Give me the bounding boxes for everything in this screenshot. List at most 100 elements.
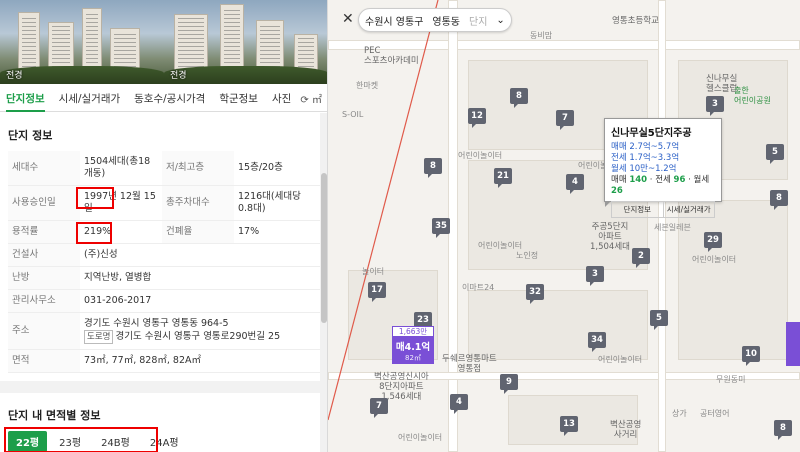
tab-unit-price[interactable]: 동호수/공시가격 <box>134 86 205 112</box>
scroll-thumb[interactable] <box>321 173 327 323</box>
info-value: 73㎡, 77㎡, 828㎡, 82A㎡ <box>80 349 320 373</box>
map-complex-pin[interactable]: 7 <box>370 398 388 418</box>
map-poi-label: 신나무실 헬스클럽 <box>706 74 738 94</box>
map-complex-pin[interactable]: 17 <box>368 282 386 302</box>
info-key: 세대수 <box>8 151 80 186</box>
info-key: 면적 <box>8 349 80 373</box>
region-selector[interactable]: 수원시 영통구 영통동 단지 ⌄ <box>358 8 512 32</box>
photo-thumbnail[interactable]: 전경 <box>164 0 327 84</box>
map-poi-label: 상가 <box>672 409 687 418</box>
complex-info-table: 세대수 1504세대(총18개동) 저/최고층 15층/20층 사용승인일 19… <box>8 151 320 373</box>
map-poi-label: S-OIL <box>342 110 364 119</box>
info-key: 사용승인일 <box>8 185 80 221</box>
tab-photos[interactable]: 사진 <box>272 86 291 112</box>
highlight-box <box>4 427 158 452</box>
popup-sale-range: 매매 2.7억~5.7억 <box>611 142 680 152</box>
complex-detail-panel: 전경 전경 단지정보 시세/실거래가 동호수/공시가격 학군정보 사진 ⟳ ㎡ … <box>0 0 328 452</box>
map-complex-pin[interactable]: 10 <box>742 346 760 366</box>
section-title-complex-info: 단지 정보 <box>8 129 53 142</box>
info-key: 난방 <box>8 266 80 290</box>
table-row: 세대수 1504세대(총18개동) 저/최고층 15층/20층 <box>8 151 320 186</box>
map-complex-pin[interactable]: 8 <box>770 190 788 210</box>
floor-area-ratio-text: 219% <box>84 226 112 237</box>
map-complex-pin[interactable]: 21 <box>494 168 512 188</box>
count-value: 140 <box>629 175 648 185</box>
info-value: 지역난방, 열병합 <box>80 266 320 290</box>
map-complex-pin[interactable]: 9 <box>500 374 518 394</box>
map-poi-label: 동비맘 <box>530 31 553 40</box>
map-poi-label: 어린이놀이터 <box>458 151 503 160</box>
map-poi-label: 한마켓 <box>356 81 379 90</box>
popup-buttons: 단지정보 시세/실거래가 <box>611 201 715 218</box>
map-poi-label: 출한 어린이공원 <box>734 86 771 105</box>
tab-price[interactable]: 시세/실거래가 <box>59 86 121 112</box>
price-marker[interactable]: 1,663만 매4.1억 82㎡ <box>392 326 434 364</box>
section-divider <box>0 381 320 393</box>
info-key: 총주차대수 <box>161 185 234 221</box>
info-key: 관리사무소 <box>8 289 80 313</box>
map-poi-label: 노인정 <box>516 251 539 260</box>
chevron-down-icon[interactable]: ⌄ <box>496 15 504 26</box>
popup-rent-range: 월세 10만~1.2억 <box>611 164 677 174</box>
map-complex-pin[interactable]: 32 <box>526 284 544 304</box>
size-selector: 22평 23평 24B평 24A평 <box>0 427 320 452</box>
map-poi-label: 이마트24 <box>462 283 495 292</box>
map-poi-label: 영통초등학교 <box>612 16 659 26</box>
tab-complex-info[interactable]: 단지정보 <box>6 86 45 112</box>
map-poi-label: 어린이놀이터 <box>398 433 443 442</box>
map-complex-pin[interactable]: 5 <box>650 310 668 330</box>
map-complex-pin[interactable]: 29 <box>704 232 722 252</box>
address-lot: 경기도 수원시 영통구 영통동 964-5 <box>84 318 229 329</box>
unit-toggle[interactable]: ⟳ ㎡ <box>300 91 322 106</box>
photo-thumbnail[interactable]: 전경 <box>0 0 164 84</box>
info-value-floor-area-ratio: 219% <box>76 220 162 244</box>
info-value: 031-206-2017 <box>80 289 320 313</box>
map-complex-pin[interactable]: 3 <box>586 266 604 286</box>
map-complex-pin[interactable]: 7 <box>556 110 574 130</box>
map-complex-pin[interactable]: 4 <box>566 174 584 194</box>
info-value: 15층/20층 <box>233 151 320 186</box>
map-complex-pin[interactable]: 34 <box>588 332 606 352</box>
map-complex-pin[interactable]: 8 <box>774 420 792 440</box>
map-complex-pin[interactable]: 4 <box>450 394 468 414</box>
table-row: 사용승인일 1997년 12월 15일 총주차대수 1216대(세대당 0.8대… <box>8 185 320 221</box>
price-value: 매4.1억 <box>395 342 431 353</box>
map-poi-label: PEC 스포츠아카데미 <box>364 46 419 66</box>
info-key: 저/최고층 <box>161 151 234 186</box>
info-key: 용적률 <box>8 220 80 244</box>
map-complex-pin[interactable]: 13 <box>560 416 578 436</box>
map-complex-pin[interactable]: 8 <box>424 158 442 178</box>
region-city[interactable]: 수원시 영통구 <box>365 13 423 28</box>
map-complex-pin[interactable]: 2 <box>632 248 650 268</box>
refresh-icon: ⟳ <box>300 95 309 106</box>
map-poi-label: 세븐일레븐 <box>654 223 691 232</box>
price-history-button[interactable]: 시세/실거래가 <box>663 201 715 218</box>
region-filter[interactable]: 단지 <box>469 13 487 28</box>
close-icon[interactable]: ✕ <box>342 11 354 27</box>
map-poi-label: 무원동미 <box>716 375 746 384</box>
map-complex-pin[interactable]: 12 <box>468 108 486 128</box>
approval-date-text: 1997년 12월 15일 <box>84 191 156 214</box>
map-complex-pin[interactable]: 8 <box>510 88 528 108</box>
count-value: 26 <box>611 186 623 196</box>
complex-popup: 신나무실5단지주공 매매 2.7억~5.7억 전세 1.7억~3.3억 월세 1… <box>604 118 722 218</box>
table-row: 건설사 (주)신성 <box>8 243 320 267</box>
popup-counts: 매매 140 · 전세 96 · 월세 26 <box>611 175 710 196</box>
map-complex-pin[interactable]: 35 <box>432 218 450 238</box>
tab-school[interactable]: 학군정보 <box>219 86 258 112</box>
map-complex-pin[interactable]: 5 <box>766 144 784 164</box>
region-dong[interactable]: 영통동 <box>432 13 460 28</box>
price-marker-partial[interactable] <box>786 322 800 366</box>
panel-scrollbar[interactable] <box>320 113 327 452</box>
road-name-tag: 도로명 <box>84 330 114 344</box>
detail-tabs: 단지정보 시세/실거래가 동호수/공시가격 학군정보 사진 ⟳ ㎡ <box>0 86 327 112</box>
count-label: 매매 <box>611 175 627 185</box>
photo-caption: 전경 <box>170 71 187 81</box>
count-value: 96 <box>673 175 686 185</box>
info-value: 1504세대(총18개동) <box>80 151 162 186</box>
info-value: 17% <box>233 220 320 244</box>
complex-info-button[interactable]: 단지정보 <box>611 201 664 218</box>
map-complex-pin[interactable]: 3 <box>706 96 724 116</box>
photo-strip: 전경 전경 <box>0 0 327 84</box>
photo-caption: 전경 <box>6 71 23 81</box>
